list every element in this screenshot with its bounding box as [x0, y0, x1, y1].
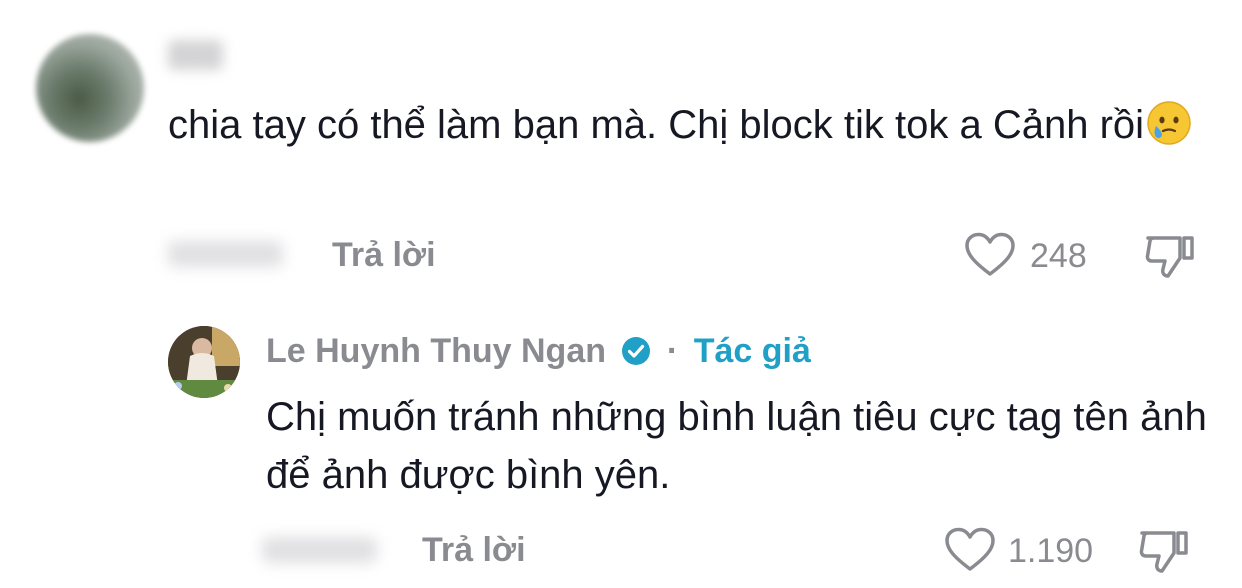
crying-face-emoji-icon [1146, 100, 1192, 146]
author-avatar[interactable] [168, 326, 240, 398]
heart-icon[interactable] [964, 232, 1016, 278]
comment-body: chia tay có thể làm bạn mà. Chị block ti… [168, 96, 1208, 154]
reply-header: Le Huynh Thuy Ngan · Tác giả [266, 332, 811, 371]
reply-dislike-icon[interactable] [1138, 527, 1190, 575]
reply-body: Chị muốn tránh những bình luận tiêu cực … [266, 395, 1207, 497]
author-name[interactable]: Le Huynh Thuy Ngan [266, 332, 606, 370]
verified-badge-icon [621, 336, 651, 366]
reply-heart-icon[interactable] [944, 527, 996, 573]
reply-like-count: 1.190 [1008, 532, 1094, 570]
reply-button[interactable]: Trả lời [332, 236, 436, 275]
reply-date-blurred [262, 537, 377, 563]
dislike-icon[interactable] [1144, 232, 1196, 280]
like-count: 248 [1030, 237, 1087, 275]
commenter-avatar[interactable] [36, 34, 144, 142]
comment-date-blurred [168, 241, 283, 267]
commenter-username-blurred[interactable] [168, 40, 223, 70]
reply-to-reply-button[interactable]: Trả lời [422, 531, 526, 570]
comment-text: chia tay có thể làm bạn mà. Chị block ti… [168, 103, 1145, 147]
separator-dot: · [666, 332, 679, 370]
author-tag: Tác giả [693, 332, 811, 370]
